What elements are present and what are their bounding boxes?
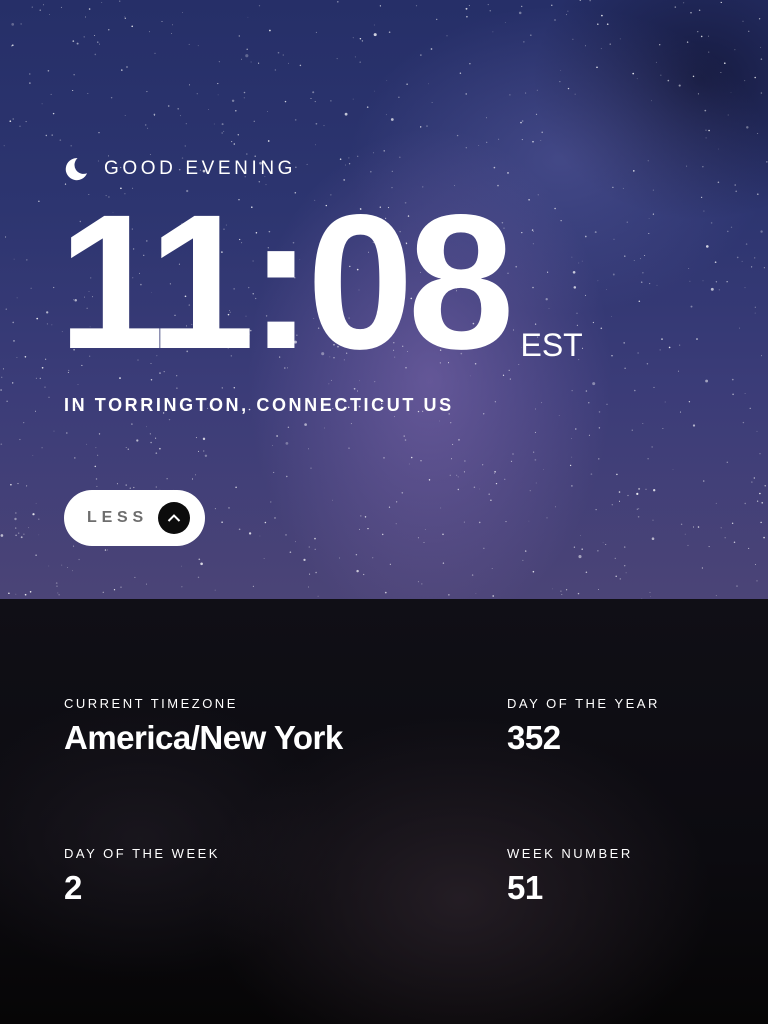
less-button-label: LESS: [87, 509, 148, 526]
timezone-abbreviation: EST: [520, 327, 583, 363]
week-number-value: 51: [507, 869, 543, 906]
week-number-stat: WEEK NUMBER 51: [507, 846, 633, 907]
day-of-week-stat: DAY OF THE WEEK 2: [64, 846, 220, 907]
day-of-year-value: 352: [507, 719, 561, 756]
day-of-year-label: DAY OF THE YEAR: [507, 696, 660, 711]
current-time: 11:08: [58, 174, 514, 389]
day-of-week-label: DAY OF THE WEEK: [64, 846, 220, 861]
current-timezone-value: America/New York: [64, 719, 343, 756]
current-timezone-label: CURRENT TIMEZONE: [64, 696, 238, 711]
chevron-up-icon: [158, 502, 190, 534]
less-button[interactable]: LESS: [64, 490, 205, 546]
day-of-week-value: 2: [64, 869, 82, 906]
time-display: 11:08 EST: [58, 174, 583, 389]
location-text: IN TORRINGTON, CONNECTICUT US: [64, 395, 454, 415]
hero-section: GOOD EVENING 11:08 EST IN TORRINGTON, CO…: [0, 0, 768, 599]
clock-app: GOOD EVENING 11:08 EST IN TORRINGTON, CO…: [0, 0, 768, 1024]
day-of-year-stat: DAY OF THE YEAR 352: [507, 696, 660, 757]
current-timezone-stat: CURRENT TIMEZONE America/New York: [64, 696, 343, 757]
details-panel: CURRENT TIMEZONE America/New York DAY OF…: [0, 599, 768, 1024]
week-number-label: WEEK NUMBER: [507, 846, 633, 861]
